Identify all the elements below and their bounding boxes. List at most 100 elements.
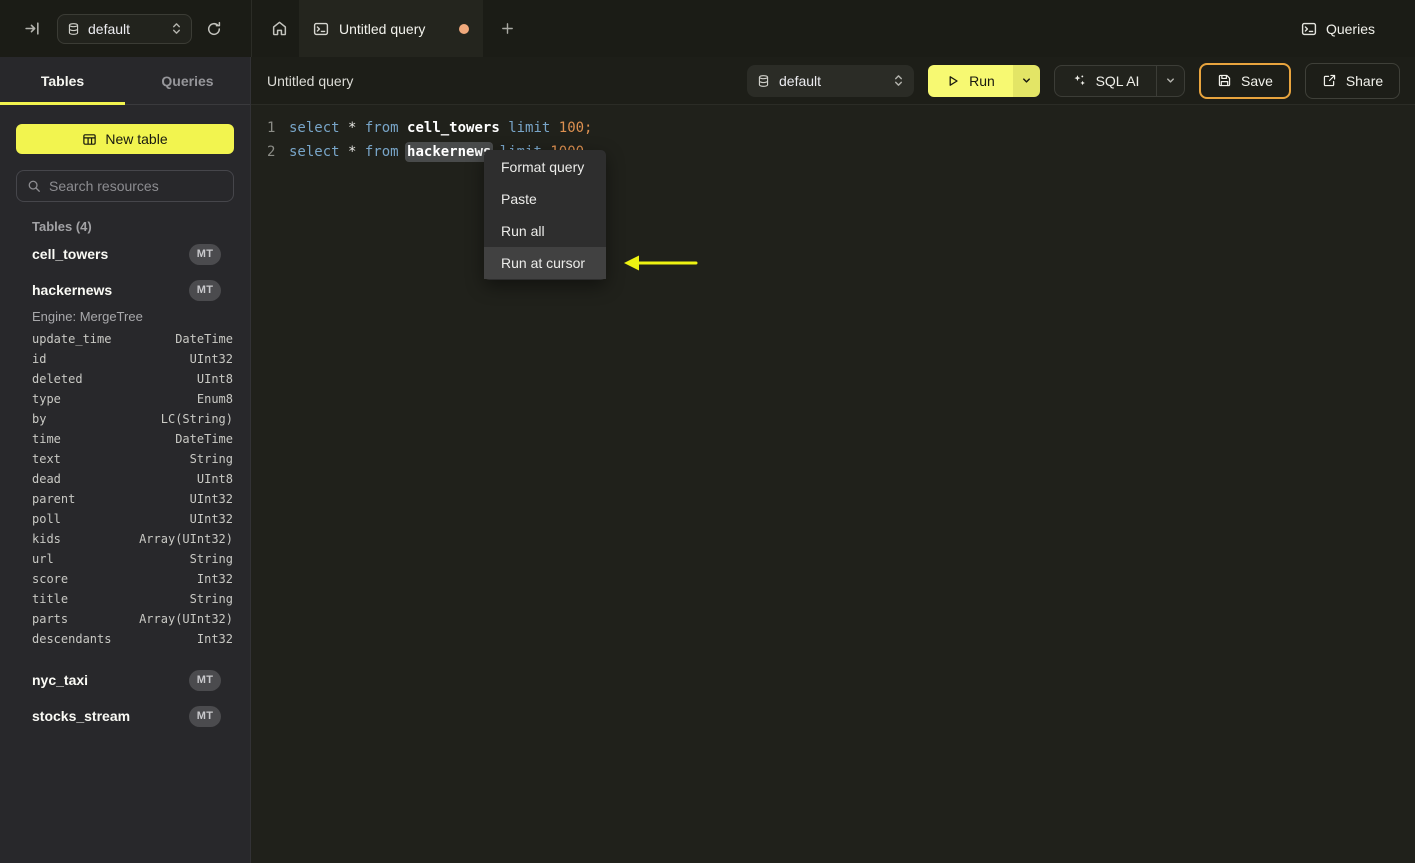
- collapse-sidebar-icon[interactable]: [18, 15, 46, 43]
- table-name: nyc_taxi: [32, 672, 89, 688]
- column-name: parts: [32, 612, 69, 626]
- column-row: dead UInt8: [0, 469, 250, 489]
- column-type: UInt32: [189, 512, 233, 526]
- column-type: Int32: [196, 632, 233, 646]
- share-icon: [1322, 73, 1337, 88]
- queries-link[interactable]: Queries: [1301, 21, 1375, 37]
- search-box: [16, 170, 234, 202]
- column-type: UInt8: [196, 472, 233, 486]
- sql-editor[interactable]: 1 select * from cell_towers limit 100; 2…: [251, 105, 1415, 164]
- save-icon: [1217, 73, 1232, 88]
- column-name: type: [32, 392, 61, 406]
- table-row-nyc-taxi[interactable]: nyc_taxi MT: [0, 663, 250, 697]
- topbar-tabs-area: Untitled query Queries: [251, 0, 1415, 57]
- table-name: hackernews: [32, 282, 113, 298]
- column-name: kids: [32, 532, 61, 546]
- search-input[interactable]: [49, 178, 230, 194]
- topbar-database-selector[interactable]: default: [57, 13, 192, 44]
- line-number: 1: [267, 120, 276, 136]
- new-tab-icon[interactable]: [493, 15, 521, 43]
- line-number: 2: [267, 144, 276, 160]
- run-split-button: Run: [928, 64, 1040, 97]
- share-label: Share: [1345, 72, 1384, 89]
- sql-ai-split-button: SQL AI: [1054, 64, 1185, 97]
- sidebar-tab-queries[interactable]: Queries: [125, 57, 250, 104]
- column-type: Int32: [196, 572, 233, 586]
- column-row: score Int32: [0, 569, 250, 589]
- code-token: select: [289, 144, 349, 160]
- code-token: hackernews: [407, 144, 492, 160]
- column-type: DateTime: [175, 332, 233, 346]
- topbar-spacer: [521, 0, 1301, 57]
- column-name: parent: [32, 492, 76, 506]
- queries-label: Queries: [1325, 20, 1375, 37]
- column-type: String: [189, 552, 233, 566]
- run-label: Run: [969, 72, 995, 89]
- toolbar-database-selector[interactable]: default: [747, 64, 914, 97]
- database-icon: [757, 74, 770, 88]
- code-token: *: [348, 120, 365, 136]
- sidebar-tab-tables[interactable]: Tables: [0, 57, 125, 104]
- home-icon[interactable]: [265, 15, 293, 43]
- refresh-icon[interactable]: [200, 15, 228, 43]
- active-tab-underline: [0, 102, 125, 105]
- code-token: *: [348, 144, 365, 160]
- table-name: cell_towers: [32, 246, 109, 262]
- engine-badge: MT: [189, 279, 221, 301]
- new-table-button[interactable]: New table: [16, 124, 234, 154]
- column-type: String: [189, 592, 233, 606]
- sidebar: Tables Queries New table Tables (4) cell…: [0, 57, 251, 863]
- column-name: poll: [32, 512, 61, 526]
- engine-info: Engine: MergeTree: [32, 309, 143, 324]
- columns-list: update_time DateTime id UInt32 deleted U…: [0, 329, 250, 649]
- column-type: DateTime: [175, 432, 233, 446]
- save-button[interactable]: Save: [1199, 62, 1291, 99]
- sidebar-tabs: Tables Queries: [0, 57, 250, 105]
- column-row: time DateTime: [0, 429, 250, 449]
- table-row-cell-towers[interactable]: cell_towers MT: [0, 237, 250, 271]
- column-name: by: [32, 412, 47, 426]
- column-type: Enum8: [196, 392, 233, 406]
- sql-ai-button[interactable]: SQL AI: [1055, 66, 1156, 96]
- play-icon: [946, 74, 960, 88]
- chevron-down-icon: [1021, 75, 1032, 86]
- column-row: parts Array(UInt32): [0, 609, 250, 629]
- topbar: default Untitled query Queries: [0, 0, 1415, 57]
- sql-ai-label: SQL AI: [1095, 72, 1140, 89]
- context-menu-item[interactable]: Format query: [484, 151, 606, 183]
- column-name: time: [32, 432, 61, 446]
- context-menu-item[interactable]: Paste: [484, 183, 606, 215]
- query-toolbar: Untitled query default Run SQL AI Save S…: [251, 57, 1415, 105]
- tab-untitled-query[interactable]: Untitled query: [299, 0, 483, 57]
- code-token: 100;: [558, 120, 593, 136]
- code-text: select * from cell_towers limit 100;: [289, 116, 592, 140]
- column-name: score: [32, 572, 69, 586]
- column-row: descendants Int32: [0, 629, 250, 649]
- table-row-stocks-stream[interactable]: stocks_stream MT: [0, 699, 250, 733]
- sql-ai-options-button[interactable]: [1156, 65, 1184, 96]
- column-row: text String: [0, 449, 250, 469]
- column-name: update_time: [32, 332, 112, 346]
- column-row: url String: [0, 549, 250, 569]
- context-menu-item[interactable]: Run all: [484, 215, 606, 247]
- table-row-hackernews[interactable]: hackernews MT: [0, 273, 250, 307]
- column-row: update_time DateTime: [0, 329, 250, 349]
- column-type: String: [189, 452, 233, 466]
- run-options-button[interactable]: [1013, 64, 1040, 97]
- column-name: id: [32, 352, 47, 366]
- search-icon: [27, 179, 41, 193]
- column-row: deleted UInt8: [0, 369, 250, 389]
- column-row: poll UInt32: [0, 509, 250, 529]
- column-row: type Enum8: [0, 389, 250, 409]
- run-button[interactable]: Run: [928, 64, 1013, 97]
- column-type: Array(UInt32): [139, 532, 233, 546]
- database-selector-value: default: [88, 20, 131, 37]
- topbar-left: default: [0, 0, 251, 57]
- column-row: parent UInt32: [0, 489, 250, 509]
- context-menu-item[interactable]: Run at cursor: [484, 247, 606, 279]
- share-button[interactable]: Share: [1305, 62, 1400, 99]
- save-label: Save: [1241, 72, 1273, 89]
- column-row: kids Array(UInt32): [0, 529, 250, 549]
- chevron-up-down-icon: [893, 73, 904, 88]
- column-type: LC(String): [160, 412, 233, 426]
